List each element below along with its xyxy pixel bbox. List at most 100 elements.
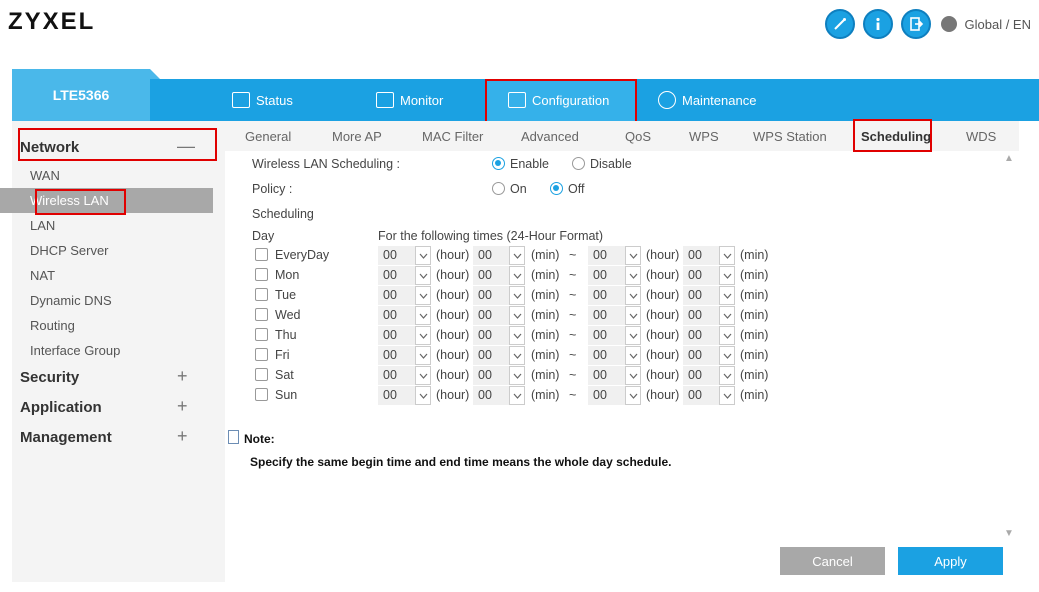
hour-select[interactable]: 00 bbox=[588, 266, 641, 285]
hour-select[interactable]: 00 bbox=[378, 246, 431, 265]
day-checkbox[interactable] bbox=[255, 308, 268, 321]
chevron-down-icon[interactable] bbox=[625, 366, 641, 385]
chevron-down-icon[interactable] bbox=[415, 246, 431, 265]
minute-select[interactable]: 00 bbox=[683, 386, 735, 405]
nav-maintenance[interactable]: Maintenance bbox=[658, 79, 756, 121]
scrollbar[interactable]: ▲ ▼ bbox=[1002, 151, 1016, 541]
chevron-down-icon[interactable] bbox=[719, 366, 735, 385]
chevron-down-icon[interactable] bbox=[509, 266, 525, 285]
chevron-down-icon[interactable] bbox=[625, 346, 641, 365]
minute-select[interactable]: 00 bbox=[473, 286, 525, 305]
collapse-icon[interactable]: — bbox=[177, 136, 195, 157]
hour-select[interactable]: 00 bbox=[378, 326, 431, 345]
chevron-down-icon[interactable] bbox=[415, 306, 431, 325]
tab-advanced[interactable]: Advanced bbox=[521, 121, 579, 151]
minute-select[interactable]: 00 bbox=[683, 286, 735, 305]
chevron-down-icon[interactable] bbox=[415, 326, 431, 345]
chevron-down-icon[interactable] bbox=[415, 286, 431, 305]
expand-icon[interactable]: + bbox=[177, 396, 188, 417]
minute-select[interactable]: 00 bbox=[683, 366, 735, 385]
sidebar-item-dynamic-dns[interactable]: Dynamic DNS bbox=[0, 288, 213, 313]
policy-off-radio[interactable] bbox=[550, 182, 563, 195]
minute-select[interactable]: 00 bbox=[683, 246, 735, 265]
day-checkbox[interactable] bbox=[255, 288, 268, 301]
sidebar-group-security[interactable]: Security bbox=[20, 369, 79, 386]
minute-select[interactable]: 00 bbox=[683, 306, 735, 325]
chevron-down-icon[interactable] bbox=[509, 326, 525, 345]
hour-select[interactable]: 00 bbox=[378, 306, 431, 325]
expand-icon[interactable]: + bbox=[177, 366, 188, 387]
chevron-down-icon[interactable] bbox=[415, 266, 431, 285]
tab-qos[interactable]: QoS bbox=[625, 121, 651, 151]
minute-select[interactable]: 00 bbox=[683, 326, 735, 345]
nav-status[interactable]: Status bbox=[232, 79, 293, 121]
scroll-up-icon[interactable]: ▲ bbox=[1004, 153, 1014, 164]
day-checkbox[interactable] bbox=[255, 268, 268, 281]
tab-mac-filter[interactable]: MAC Filter bbox=[422, 121, 483, 151]
hour-select[interactable]: 00 bbox=[588, 246, 641, 265]
chevron-down-icon[interactable] bbox=[509, 366, 525, 385]
hour-select[interactable]: 00 bbox=[378, 346, 431, 365]
sidebar-item-wireless-lan[interactable]: Wireless LAN bbox=[0, 188, 213, 213]
sidebar-group-management[interactable]: Management bbox=[20, 429, 112, 446]
chevron-down-icon[interactable] bbox=[719, 306, 735, 325]
hour-select[interactable]: 00 bbox=[588, 366, 641, 385]
tab-wps[interactable]: WPS bbox=[689, 121, 719, 151]
hour-select[interactable]: 00 bbox=[378, 266, 431, 285]
chevron-down-icon[interactable] bbox=[719, 246, 735, 265]
chevron-down-icon[interactable] bbox=[415, 366, 431, 385]
tab-wps-station[interactable]: WPS Station bbox=[753, 121, 827, 151]
enable-radio[interactable] bbox=[492, 157, 505, 170]
minute-select[interactable]: 00 bbox=[473, 246, 525, 265]
chevron-down-icon[interactable] bbox=[509, 246, 525, 265]
chevron-down-icon[interactable] bbox=[625, 266, 641, 285]
sidebar-group-application[interactable]: Application bbox=[20, 399, 102, 416]
sidebar-item-dhcp-server[interactable]: DHCP Server bbox=[0, 238, 213, 263]
chevron-down-icon[interactable] bbox=[415, 386, 431, 405]
apply-button[interactable]: Apply bbox=[898, 547, 1003, 575]
sidebar-group-network[interactable]: Network bbox=[20, 139, 79, 156]
nav-configuration[interactable]: Configuration bbox=[486, 79, 636, 121]
chevron-down-icon[interactable] bbox=[719, 386, 735, 405]
cancel-button[interactable]: Cancel bbox=[780, 547, 885, 575]
tab-wds[interactable]: WDS bbox=[966, 121, 996, 151]
day-checkbox[interactable] bbox=[255, 248, 268, 261]
sidebar-item-wan[interactable]: WAN bbox=[0, 163, 213, 188]
day-checkbox[interactable] bbox=[255, 328, 268, 341]
minute-select[interactable]: 00 bbox=[473, 306, 525, 325]
minute-select[interactable]: 00 bbox=[473, 386, 525, 405]
scroll-down-icon[interactable]: ▼ bbox=[1004, 528, 1014, 539]
chevron-down-icon[interactable] bbox=[719, 326, 735, 345]
hour-select[interactable]: 00 bbox=[588, 346, 641, 365]
day-checkbox[interactable] bbox=[255, 388, 268, 401]
minute-select[interactable]: 00 bbox=[473, 266, 525, 285]
sidebar-item-nat[interactable]: NAT bbox=[0, 263, 213, 288]
chevron-down-icon[interactable] bbox=[625, 386, 641, 405]
chevron-down-icon[interactable] bbox=[509, 346, 525, 365]
chevron-down-icon[interactable] bbox=[719, 286, 735, 305]
policy-on-radio[interactable] bbox=[492, 182, 505, 195]
wizard-icon[interactable] bbox=[824, 9, 855, 39]
tab-general[interactable]: General bbox=[245, 121, 291, 151]
expand-icon[interactable]: + bbox=[177, 426, 188, 447]
disable-radio[interactable] bbox=[572, 157, 585, 170]
chevron-down-icon[interactable] bbox=[509, 306, 525, 325]
hour-select[interactable]: 00 bbox=[588, 286, 641, 305]
minute-select[interactable]: 00 bbox=[473, 366, 525, 385]
minute-select[interactable]: 00 bbox=[473, 346, 525, 365]
sidebar-item-routing[interactable]: Routing bbox=[0, 313, 213, 338]
hour-select[interactable]: 00 bbox=[588, 326, 641, 345]
tab-scheduling[interactable]: Scheduling bbox=[861, 121, 931, 151]
day-checkbox[interactable] bbox=[255, 348, 268, 361]
hour-select[interactable]: 00 bbox=[378, 286, 431, 305]
chevron-down-icon[interactable] bbox=[719, 346, 735, 365]
logout-icon[interactable] bbox=[900, 9, 931, 39]
tab-more-ap[interactable]: More AP bbox=[332, 121, 382, 151]
sidebar-item-lan[interactable]: LAN bbox=[0, 213, 213, 238]
nav-monitor[interactable]: Monitor bbox=[376, 79, 443, 121]
chevron-down-icon[interactable] bbox=[719, 266, 735, 285]
chevron-down-icon[interactable] bbox=[509, 386, 525, 405]
hour-select[interactable]: 00 bbox=[588, 386, 641, 405]
chevron-down-icon[interactable] bbox=[625, 326, 641, 345]
language-selector[interactable]: Global / EN bbox=[965, 17, 1031, 32]
